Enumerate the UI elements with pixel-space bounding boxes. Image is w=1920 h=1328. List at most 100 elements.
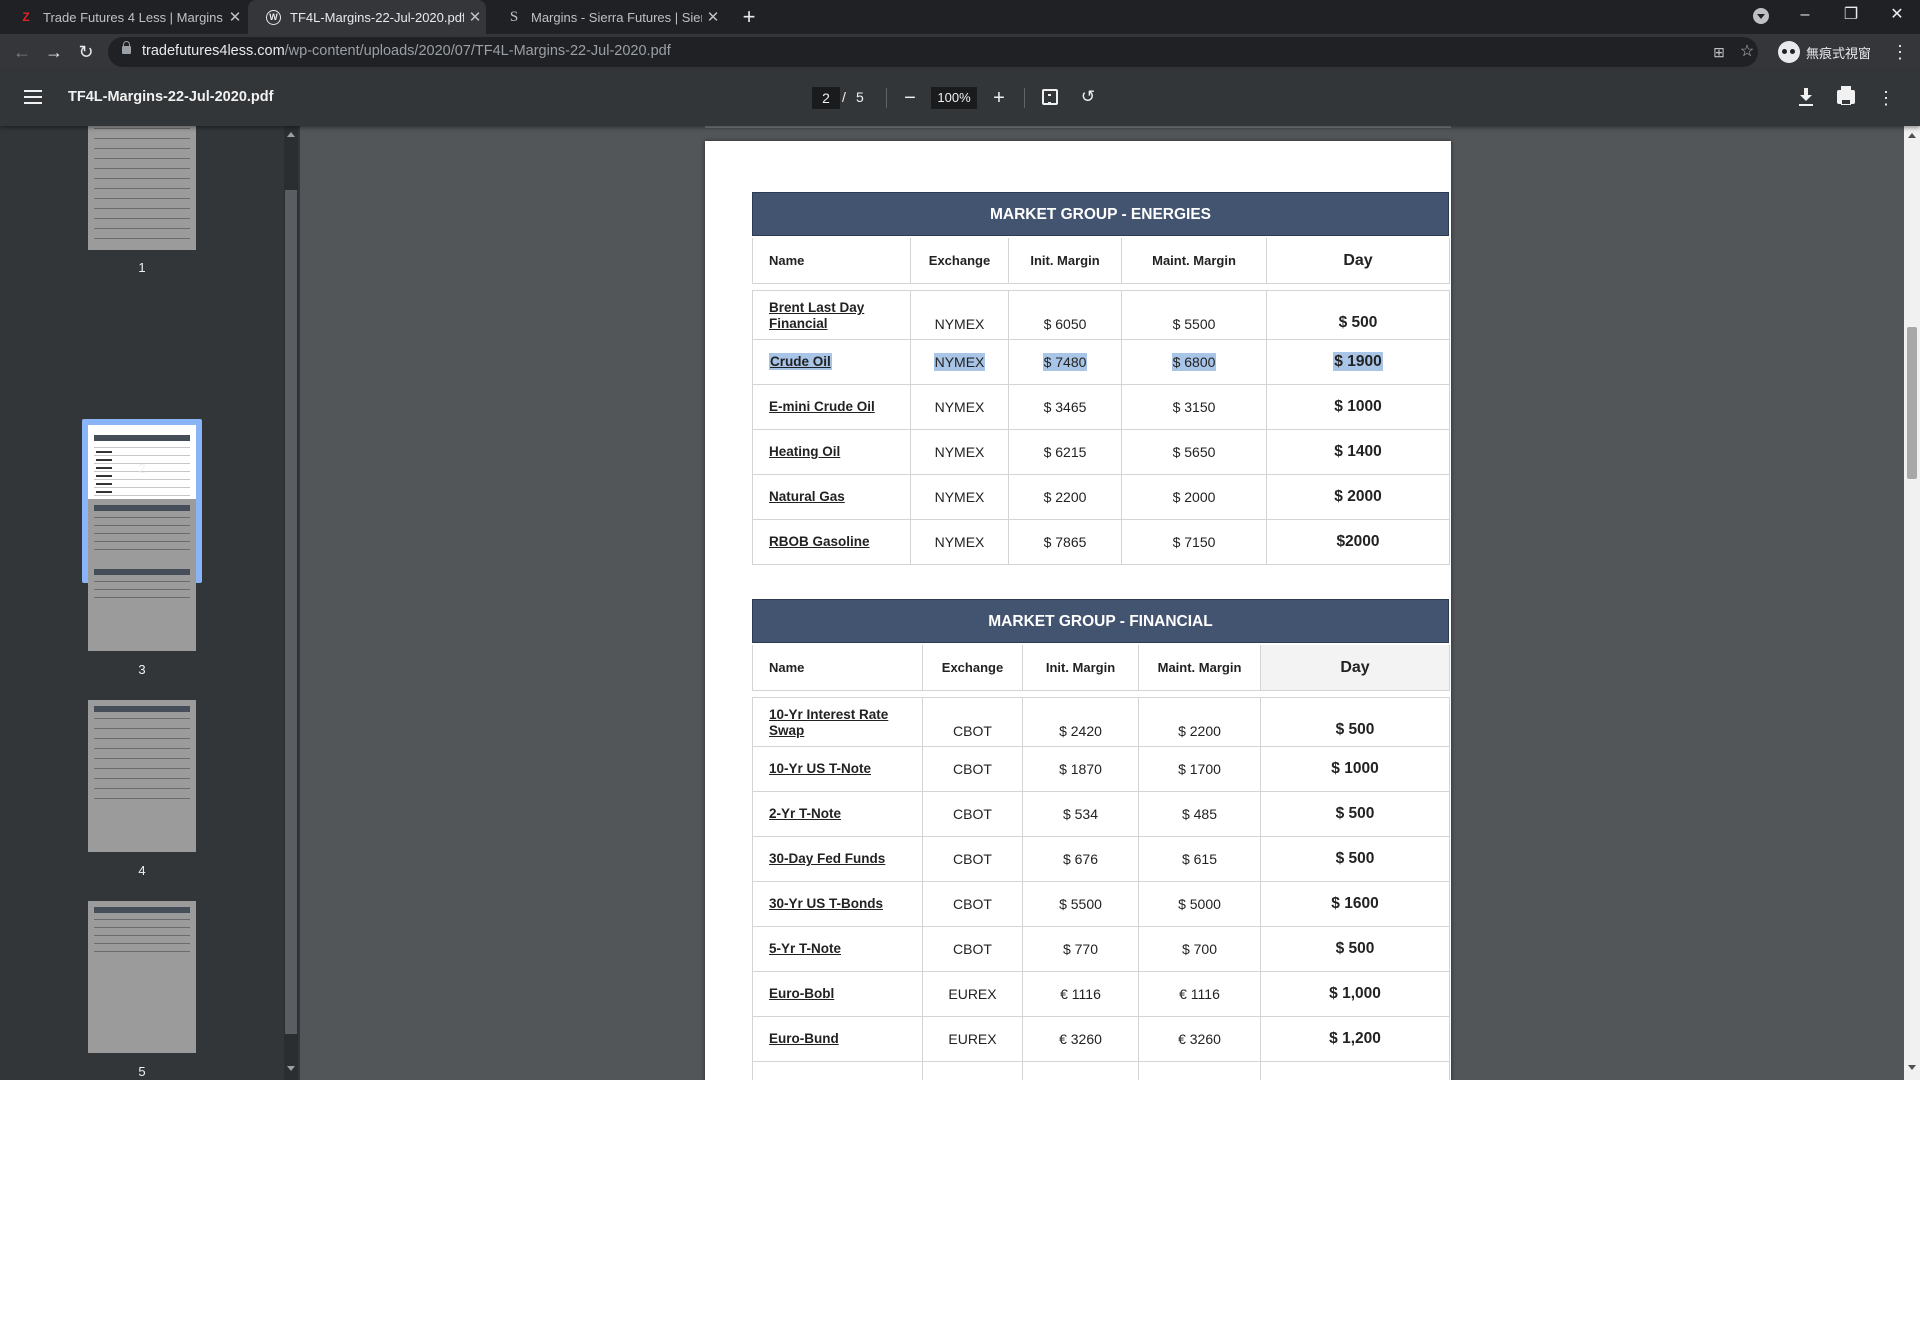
url-path: /wp-content/uploads/2020/07/TF4L-Margins…	[284, 43, 671, 59]
contract-link[interactable]: E-mini Crude Oil	[752, 384, 911, 430]
maint-margin-cell: $ 485	[1138, 791, 1261, 837]
sidebar-scrollbar-thumb[interactable]	[285, 190, 297, 1034]
bookmark-star-icon[interactable]: ☆	[1738, 43, 1756, 61]
exchange-cell: CBOT	[922, 881, 1023, 927]
init-margin-cell: $ 1870	[1022, 746, 1139, 792]
thumbnail-page-5[interactable]	[88, 901, 196, 1053]
table-row: 30-Yr US T-Bonds CBOT $ 5500 $ 5000 $ 16…	[752, 881, 1450, 927]
close-tab-icon[interactable]: ✕	[702, 8, 724, 26]
energies-table-title: MARKET GROUP - ENERGIES	[752, 192, 1449, 236]
tab-pdf[interactable]: W TF4L-Margins-22-Jul-2020.pdf ✕	[248, 0, 486, 34]
z-logo-icon: Z	[22, 10, 30, 24]
tab-search-icon[interactable]	[1753, 8, 1769, 24]
document-scrollbar[interactable]	[1904, 126, 1920, 1080]
contract-link[interactable]: Heating Oil	[752, 429, 911, 475]
pdf-toolbar: TF4L-Margins-22-Jul-2020.pdf 2 / 5 − 100…	[0, 70, 1920, 126]
scroll-up-arrow-icon[interactable]	[287, 132, 295, 137]
contract-link[interactable]: 10-Yr US T-Note	[752, 746, 923, 792]
day-margin-cell: $ 1600	[1260, 881, 1450, 927]
translate-icon[interactable]: ⊞	[1710, 43, 1728, 61]
maint-margin-cell: $ 3150	[1121, 384, 1267, 430]
fit-to-page-button[interactable]	[1042, 89, 1058, 105]
thumbnail-number: 5	[138, 1064, 146, 1079]
back-button[interactable]: ←	[8, 38, 36, 66]
maint-margin-cell: $ 7150	[1121, 519, 1267, 565]
tab-title: Trade Futures 4 Less | Margins	[43, 9, 223, 25]
sidebar-menu-icon[interactable]	[24, 90, 42, 104]
table-row: 30-Day Fed Funds CBOT $ 676 $ 615 $ 500	[752, 836, 1450, 882]
incognito-profile-button[interactable]: 無痕式視窗	[1778, 38, 1871, 66]
reload-button[interactable]: ↻	[72, 38, 100, 66]
zoom-level-input[interactable]: 100%	[931, 87, 977, 109]
contract-link[interactable]: Natural Gas	[752, 474, 911, 520]
contract-link[interactable]: 2-Yr T-Note	[752, 791, 923, 837]
financial-table-title: MARKET GROUP - FINANCIAL	[752, 599, 1449, 643]
exchange-cell: NYMEX	[910, 519, 1009, 565]
exchange-cell: CBOT	[922, 746, 1023, 792]
contract-link[interactable]: 10-Yr Interest Rate Swap	[752, 697, 923, 747]
day-margin-cell: $2000	[1266, 519, 1450, 565]
tab-strip: Z Trade Futures 4 Less | Margins ✕ W TF4…	[0, 0, 1920, 34]
contract-link[interactable]: 30-Yr US T-Bonds	[752, 881, 923, 927]
contract-link[interactable]: 5-Yr T-Note	[752, 926, 923, 972]
contract-link[interactable]: Euro-Bund	[752, 1016, 923, 1062]
maint-margin-cell: $ 1700	[1138, 746, 1261, 792]
new-tab-button[interactable]: +	[736, 4, 762, 30]
table-row: Brent Last Day Financial NYMEX $ 6050 $ …	[752, 290, 1450, 340]
toolbar-divider	[1024, 88, 1025, 108]
contract-link[interactable]: Euro-Bobl	[752, 971, 923, 1017]
wordpress-icon: W	[266, 9, 281, 25]
minimize-button[interactable]: –	[1782, 0, 1828, 34]
thumbnail-page-4[interactable]	[88, 700, 196, 852]
day-margin-cell: $ 500	[1266, 290, 1450, 340]
contract-link[interactable]: 30-Day Fed Funds	[752, 836, 923, 882]
rotate-counterclockwise-button[interactable]: ↺	[1078, 87, 1098, 107]
pdf-filename: TF4L-Margins-22-Jul-2020.pdf	[68, 89, 274, 105]
exchange-cell: NYMEX	[910, 474, 1009, 520]
scroll-up-arrow-icon[interactable]	[1908, 133, 1916, 138]
contract-link[interactable]: RBOB Gasoline	[752, 519, 911, 565]
toolbar-divider	[886, 88, 887, 108]
init-margin-cell: € 3260	[1022, 1016, 1139, 1062]
financial-table: Name Exchange Init. Margin Maint. Margin…	[752, 645, 1450, 1080]
download-button[interactable]	[1798, 88, 1814, 106]
init-margin-cell: $ 534	[1022, 791, 1139, 837]
init-margin-cell: $ 6050	[1008, 290, 1122, 340]
browser-menu-icon[interactable]: ⋮	[1890, 38, 1910, 66]
table-row: Euro-Bobl EUREX € 1116 € 1116 $ 1,000	[752, 971, 1450, 1017]
page-number-input[interactable]: 2	[812, 87, 840, 109]
tab-sierra-futures[interactable]: S Margins - Sierra Futures | Sierra ✕	[488, 0, 724, 34]
restore-button[interactable]: ❐	[1828, 0, 1874, 34]
lock-icon[interactable]	[122, 41, 131, 54]
maint-margin-cell: € 1116	[1138, 971, 1261, 1017]
exchange-cell: NYMEX	[910, 384, 1009, 430]
tab-trade-futures[interactable]: Z Trade Futures 4 Less | Margins ✕	[0, 0, 246, 34]
close-tab-icon[interactable]: ✕	[464, 8, 486, 26]
url-text[interactable]: tradefutures4less.com/wp-content/uploads…	[142, 43, 671, 59]
contract-link[interactable]: Brent Last Day Financial	[752, 290, 911, 340]
close-tab-icon[interactable]: ✕	[224, 8, 246, 26]
exchange-cell: CBOT	[922, 697, 1023, 747]
day-margin-cell: $ 2000	[1266, 474, 1450, 520]
init-margin-cell: $ 770	[1022, 926, 1139, 972]
page-count: 5	[856, 89, 864, 105]
column-header: Maint. Margin	[1121, 238, 1267, 284]
address-bar[interactable]: tradefutures4less.com/wp-content/uploads…	[108, 37, 1758, 67]
print-button[interactable]	[1837, 86, 1855, 105]
more-actions-icon[interactable]: ⋮	[1874, 86, 1898, 110]
thumbnail-number: 2	[138, 461, 146, 476]
zoom-out-button[interactable]: −	[898, 86, 922, 110]
forward-button[interactable]: →	[40, 38, 68, 66]
close-window-button[interactable]: ✕	[1874, 0, 1920, 34]
init-margin-cell: $ 3465	[1008, 384, 1122, 430]
page-separator: /	[842, 89, 846, 105]
document-scrollbar-thumb[interactable]	[1907, 327, 1917, 479]
contract-link[interactable]: Crude Oil	[769, 353, 832, 370]
zoom-in-button[interactable]: +	[987, 86, 1011, 110]
column-header: Exchange	[910, 238, 1009, 284]
scroll-down-arrow-icon[interactable]	[287, 1066, 295, 1071]
thumbnail-sidebar: 1 2 3 4 5	[0, 98, 300, 1080]
scroll-down-arrow-icon[interactable]	[1908, 1065, 1916, 1070]
thumbnail-page-3[interactable]	[88, 499, 196, 651]
maint-margin-cell: $ 700	[1138, 926, 1261, 972]
